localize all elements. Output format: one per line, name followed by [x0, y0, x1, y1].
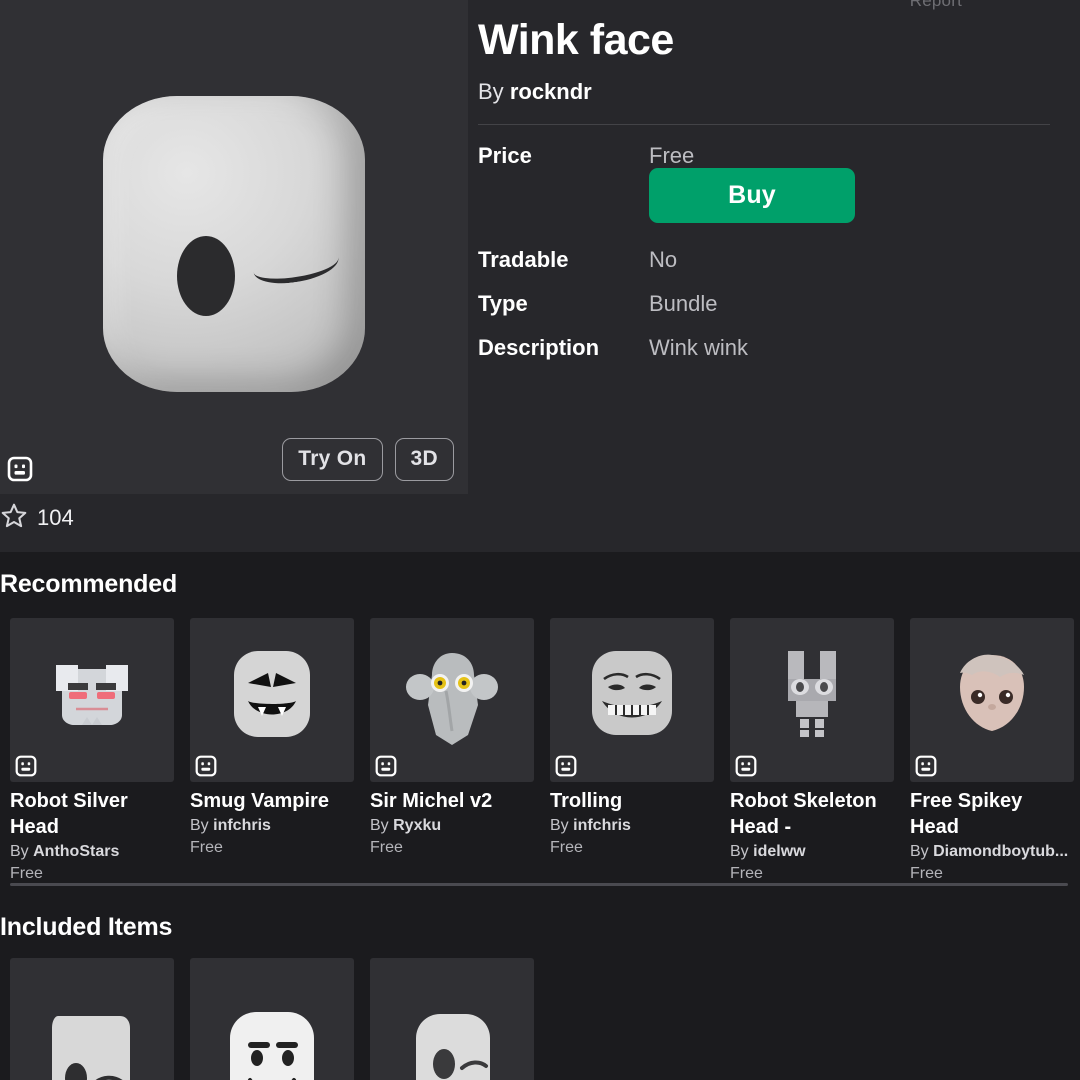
- by-prefix: By: [550, 817, 569, 834]
- try-on-button[interactable]: Try On: [282, 438, 383, 481]
- face-badge-icon: [555, 755, 577, 777]
- face-badge-icon: [195, 755, 217, 777]
- creator-name: Ryxku: [393, 817, 442, 834]
- list-item[interactable]: Sir Michel v2 By Ryxku Free: [370, 618, 534, 883]
- item-thumbnail[interactable]: [550, 618, 714, 782]
- face-badge-icon: [7, 456, 33, 482]
- item-thumbnail[interactable]: [370, 618, 534, 782]
- included-items-section: Included Items: [0, 896, 1080, 1080]
- item-image-viewer[interactable]: Try On 3D: [0, 0, 468, 494]
- by-prefix: By: [190, 817, 209, 834]
- item-info-panel: Wink face By rockndr Price Free Buy Trad…: [478, 0, 1080, 361]
- creator-link[interactable]: rockndr: [510, 79, 592, 104]
- item-name: Smug Vampire: [190, 790, 329, 812]
- item-detail-section: Report Try On 3D 104 Wink face By rocknd…: [0, 0, 1080, 552]
- page-title: Wink face: [478, 16, 674, 64]
- horizontal-scrollbar[interactable]: [10, 883, 1068, 886]
- list-item[interactable]: Smug Vampire By infchris Free: [190, 618, 354, 883]
- eye-open: [177, 236, 235, 316]
- by-prefix: By: [10, 843, 29, 860]
- item-name: Trolling: [550, 790, 623, 812]
- detail-value: Free: [649, 143, 695, 169]
- recommended-card-row[interactable]: Robot Silver Head By AnthoStars Free Smu…: [10, 618, 1074, 883]
- face-badge-icon: [915, 755, 937, 777]
- face-badge-icon: [15, 755, 37, 777]
- star-outline-icon: [0, 502, 28, 535]
- favorites-row[interactable]: 104: [0, 498, 74, 538]
- creator-name: AnthoStars: [33, 843, 120, 860]
- by-prefix: By: [910, 843, 929, 860]
- list-item[interactable]: Free Spikey Head By Diamondboytub... Fre…: [910, 618, 1074, 883]
- item-name: Robot Silver Head: [10, 790, 128, 838]
- item-thumbnail[interactable]: [190, 618, 354, 782]
- spikey-head-art: [960, 655, 1024, 732]
- item-creator: By infchris: [550, 817, 714, 835]
- recommended-heading: Recommended: [0, 570, 178, 598]
- item-price: Free: [10, 865, 43, 882]
- detail-label: Description: [478, 335, 600, 361]
- favorites-count: 104: [37, 505, 74, 530]
- recommended-section: Recommended Robot Silver Head By AnthoSt…: [0, 552, 1080, 888]
- viewer-buttons: Try On 3D: [282, 438, 454, 481]
- included-items-heading: Included Items: [0, 913, 173, 941]
- item-price: Free: [370, 839, 403, 856]
- included-items-row[interactable]: [10, 958, 534, 1080]
- detail-value: No: [649, 247, 678, 273]
- item-creator: By Diamondboytub...: [910, 843, 1074, 861]
- item-price: Free: [190, 839, 223, 856]
- item-thumbnail[interactable]: [10, 618, 174, 782]
- robot-skeleton-head-art: [788, 651, 836, 738]
- included-item-thumbnail[interactable]: [10, 958, 174, 1080]
- divider: [478, 124, 1050, 126]
- item-thumbnail[interactable]: [910, 618, 1074, 782]
- catalog-item-page: Report Try On 3D 104 Wink face By rocknd…: [0, 0, 1080, 1080]
- item-creator: By Ryxku: [370, 817, 534, 835]
- detail-row-price: Price Free: [478, 143, 1080, 169]
- face-badge-icon: [375, 755, 397, 777]
- creator-name: Diamondboytub...: [933, 843, 1069, 860]
- item-name: Robot Skeleton Head -: [730, 790, 877, 838]
- item-price: Free: [910, 865, 943, 882]
- item-name: Free Spikey Head: [910, 790, 1023, 838]
- item-render-wink-face: [103, 96, 365, 392]
- buy-button[interactable]: Buy: [649, 168, 855, 223]
- detail-label: Price: [478, 143, 532, 169]
- item-creator: By infchris: [190, 817, 354, 835]
- creator-name: infchris: [573, 817, 631, 834]
- included-item-thumbnail[interactable]: [190, 958, 354, 1080]
- detail-row-description: Description Wink wink: [478, 335, 1080, 361]
- item-creator: By AnthoStars: [10, 843, 174, 861]
- creator-byline: By rockndr: [478, 79, 1080, 105]
- by-prefix: By: [730, 843, 749, 860]
- smile-face-art: [230, 1011, 314, 1080]
- wink-face-angled-art: [52, 1015, 130, 1080]
- face-badge-icon: [735, 755, 757, 777]
- included-item-thumbnail[interactable]: [370, 958, 534, 1080]
- sir-michel-art: [406, 653, 498, 746]
- detail-label: Tradable: [478, 247, 569, 273]
- detail-label: Type: [478, 291, 528, 317]
- detail-row-type: Type Bundle: [478, 291, 1080, 317]
- troll-face-art: [592, 651, 672, 736]
- by-prefix: By: [478, 79, 504, 105]
- robot-silver-head-art: [56, 665, 128, 726]
- list-item[interactable]: Robot Silver Head By AnthoStars Free: [10, 618, 174, 883]
- by-prefix: By: [370, 817, 389, 834]
- creator-name: idelww: [753, 843, 806, 860]
- creator-name: infchris: [213, 817, 271, 834]
- wink-face-front-art: [416, 1013, 490, 1080]
- item-price: Free: [730, 865, 763, 882]
- list-item[interactable]: Trolling By infchris Free: [550, 618, 714, 883]
- item-thumbnail[interactable]: [730, 618, 894, 782]
- item-name: Sir Michel v2: [370, 790, 493, 812]
- item-creator: By idelww: [730, 843, 894, 861]
- smug-vampire-art: [234, 651, 310, 738]
- item-price: Free: [550, 839, 583, 856]
- detail-value: Wink wink: [649, 335, 749, 361]
- detail-row-tradable: Tradable No: [478, 247, 1080, 273]
- detail-value: Bundle: [649, 291, 718, 317]
- 3d-view-button[interactable]: 3D: [394, 438, 454, 481]
- list-item[interactable]: Robot Skeleton Head - By idelww Free: [730, 618, 894, 883]
